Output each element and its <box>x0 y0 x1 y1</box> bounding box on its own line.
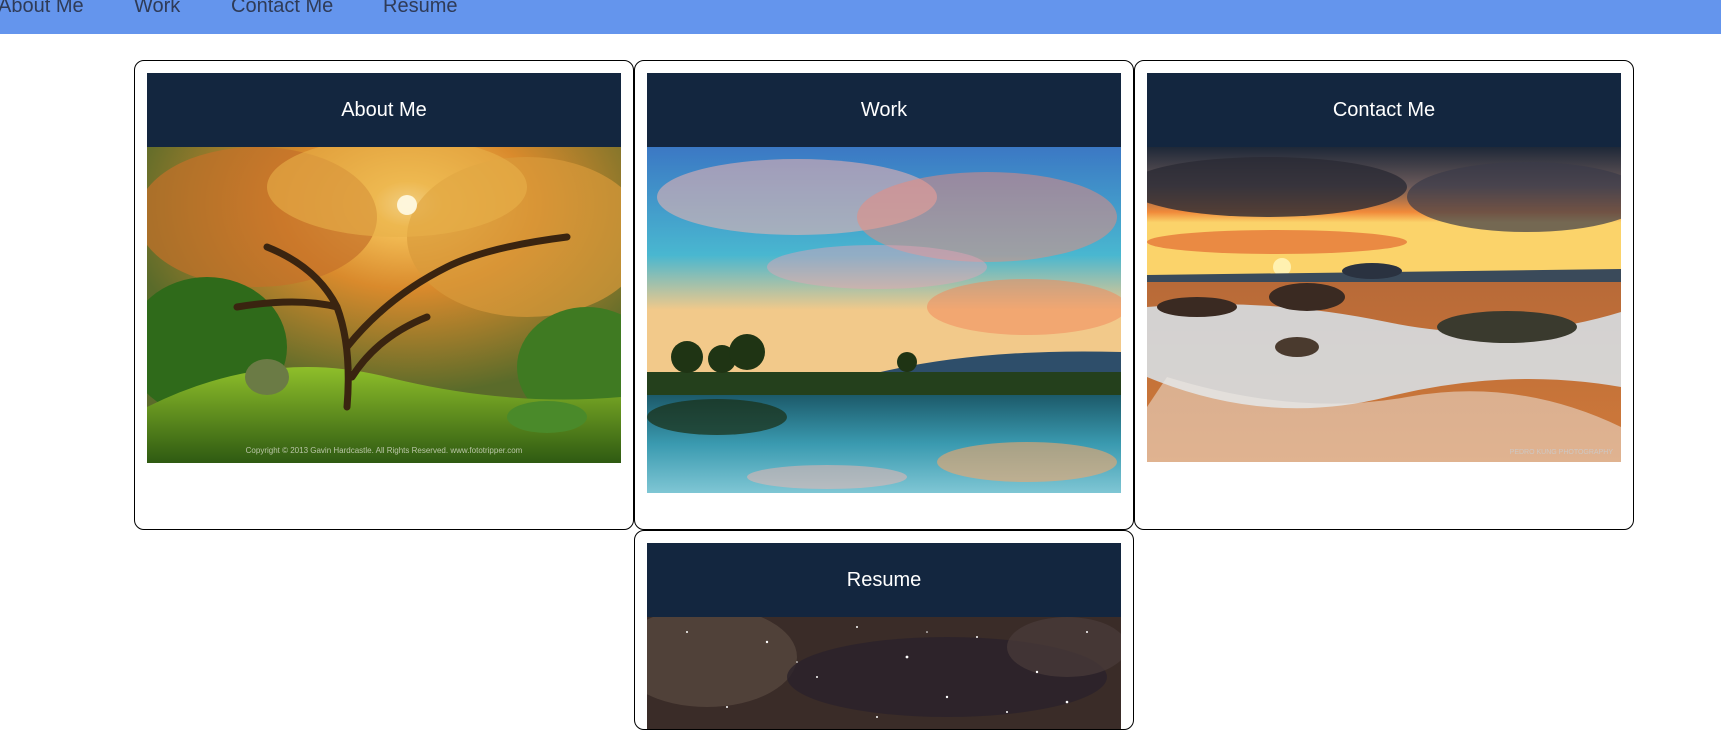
card-contact-me[interactable]: Contact Me PEDRO KUNG PHOTOGRAPHY <box>1134 60 1634 530</box>
card-title: Work <box>860 98 908 121</box>
sunset-seashore-image[interactable]: PEDRO KUNG PHOTOGRAPHY <box>1147 147 1621 462</box>
starry-night-image[interactable] <box>647 617 1121 729</box>
card-work[interactable]: Work <box>634 60 1134 530</box>
card-about-me[interactable]: About Me Copyright © 2013 Gavin Hardcast… <box>134 60 634 530</box>
starry-night-photo-svg <box>647 617 1121 729</box>
photo-copyright-caption: Copyright © 2013 Gavin Hardcastle. All R… <box>246 446 523 455</box>
top-nav-bar: About Me Work Contact Me Resume <box>0 0 1721 34</box>
card-title: Resume <box>846 568 922 591</box>
sky-lake-image[interactable] <box>647 147 1121 493</box>
sky-lake-photo-svg <box>647 147 1121 493</box>
nav-link-work[interactable]: Work <box>134 0 180 18</box>
card-title: About Me <box>341 98 427 121</box>
sunset-seashore-photo-svg: PEDRO KUNG PHOTOGRAPHY <box>1147 147 1621 462</box>
autumn-tree-photo-svg: Copyright © 2013 Gavin Hardcastle. All R… <box>147 147 621 463</box>
nav-link-contact-me[interactable]: Contact Me <box>231 0 333 18</box>
nav-link-resume[interactable]: Resume <box>383 0 457 18</box>
card-title: Contact Me <box>1332 98 1436 121</box>
card-resume[interactable]: Resume <box>634 530 1134 730</box>
card-header-about-me: About Me <box>147 73 621 147</box>
autumn-tree-image[interactable]: Copyright © 2013 Gavin Hardcastle. All R… <box>147 147 621 463</box>
card-header-resume: Resume <box>647 543 1121 617</box>
photo-credit-caption: PEDRO KUNG PHOTOGRAPHY <box>1510 449 1614 456</box>
card-header-contact-me: Contact Me <box>1147 73 1621 147</box>
card-header-work: Work <box>647 73 1121 147</box>
nav-link-about-me[interactable]: About Me <box>0 0 84 18</box>
